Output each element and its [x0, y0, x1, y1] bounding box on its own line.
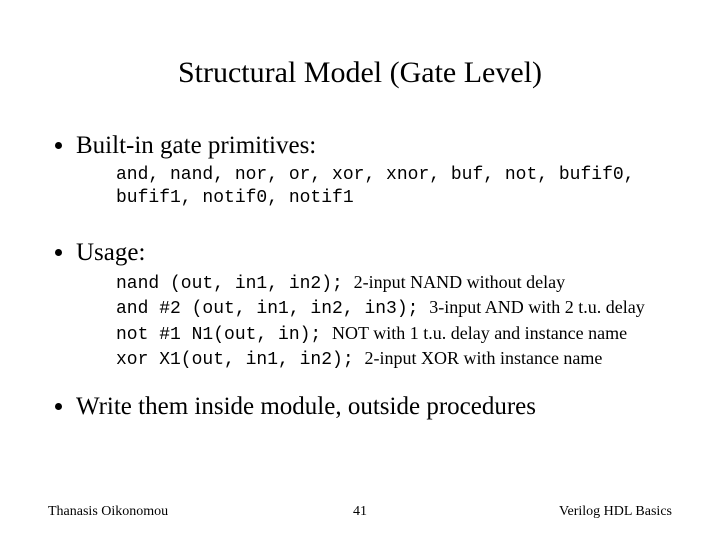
usage-line-3: not #1 N1(out, in); NOT with 1 t.u. dela… [116, 322, 672, 347]
usage-text-4: 2-input XOR with instance name [364, 348, 602, 368]
usage-line-1: nand (out, in1, in2); 2-input NAND witho… [116, 271, 672, 296]
bullet-usage: Usage: nand (out, in1, in2); 2-input NAN… [76, 239, 672, 373]
usage-text-2: 3-input AND with 2 t.u. delay [429, 297, 644, 317]
footer: Thanasis Oikonomou 41 Verilog HDL Basics [48, 504, 672, 520]
bullet-write-inside: Write them inside module, outside proced… [76, 393, 672, 421]
slide-title: Structural Model (Gate Level) [48, 56, 672, 90]
bullet-primitives: Built-in gate primitives: and, nand, nor… [76, 132, 672, 209]
usage-code-2: and #2 (out, in1, in2, in3); [116, 299, 429, 319]
usage-code-1: nand (out, in1, in2); [116, 274, 354, 294]
bullet-list: Built-in gate primitives: and, nand, nor… [48, 132, 672, 421]
usage-code-3: not #1 N1(out, in); [116, 325, 332, 345]
usage-line-2: and #2 (out, in1, in2, in3); 3-input AND… [116, 296, 672, 321]
footer-page-number: 41 [48, 504, 672, 520]
slide: Structural Model (Gate Level) Built-in g… [0, 0, 720, 540]
bullet-primitives-label: Built-in gate primitives: [76, 132, 316, 159]
usage-code-4: xor X1(out, in1, in2); [116, 350, 364, 370]
primitives-code: and, nand, nor, or, xor, xnor, buf, not,… [116, 164, 672, 209]
bullet-write-inside-label: Write them inside module, outside proced… [76, 393, 536, 420]
usage-text-1: 2-input NAND without delay [354, 272, 565, 292]
bullet-usage-label: Usage: [76, 239, 145, 266]
usage-block: nand (out, in1, in2); 2-input NAND witho… [116, 271, 672, 373]
usage-line-4: xor X1(out, in1, in2); 2-input XOR with … [116, 347, 672, 372]
usage-text-3: NOT with 1 t.u. delay and instance name [332, 323, 627, 343]
